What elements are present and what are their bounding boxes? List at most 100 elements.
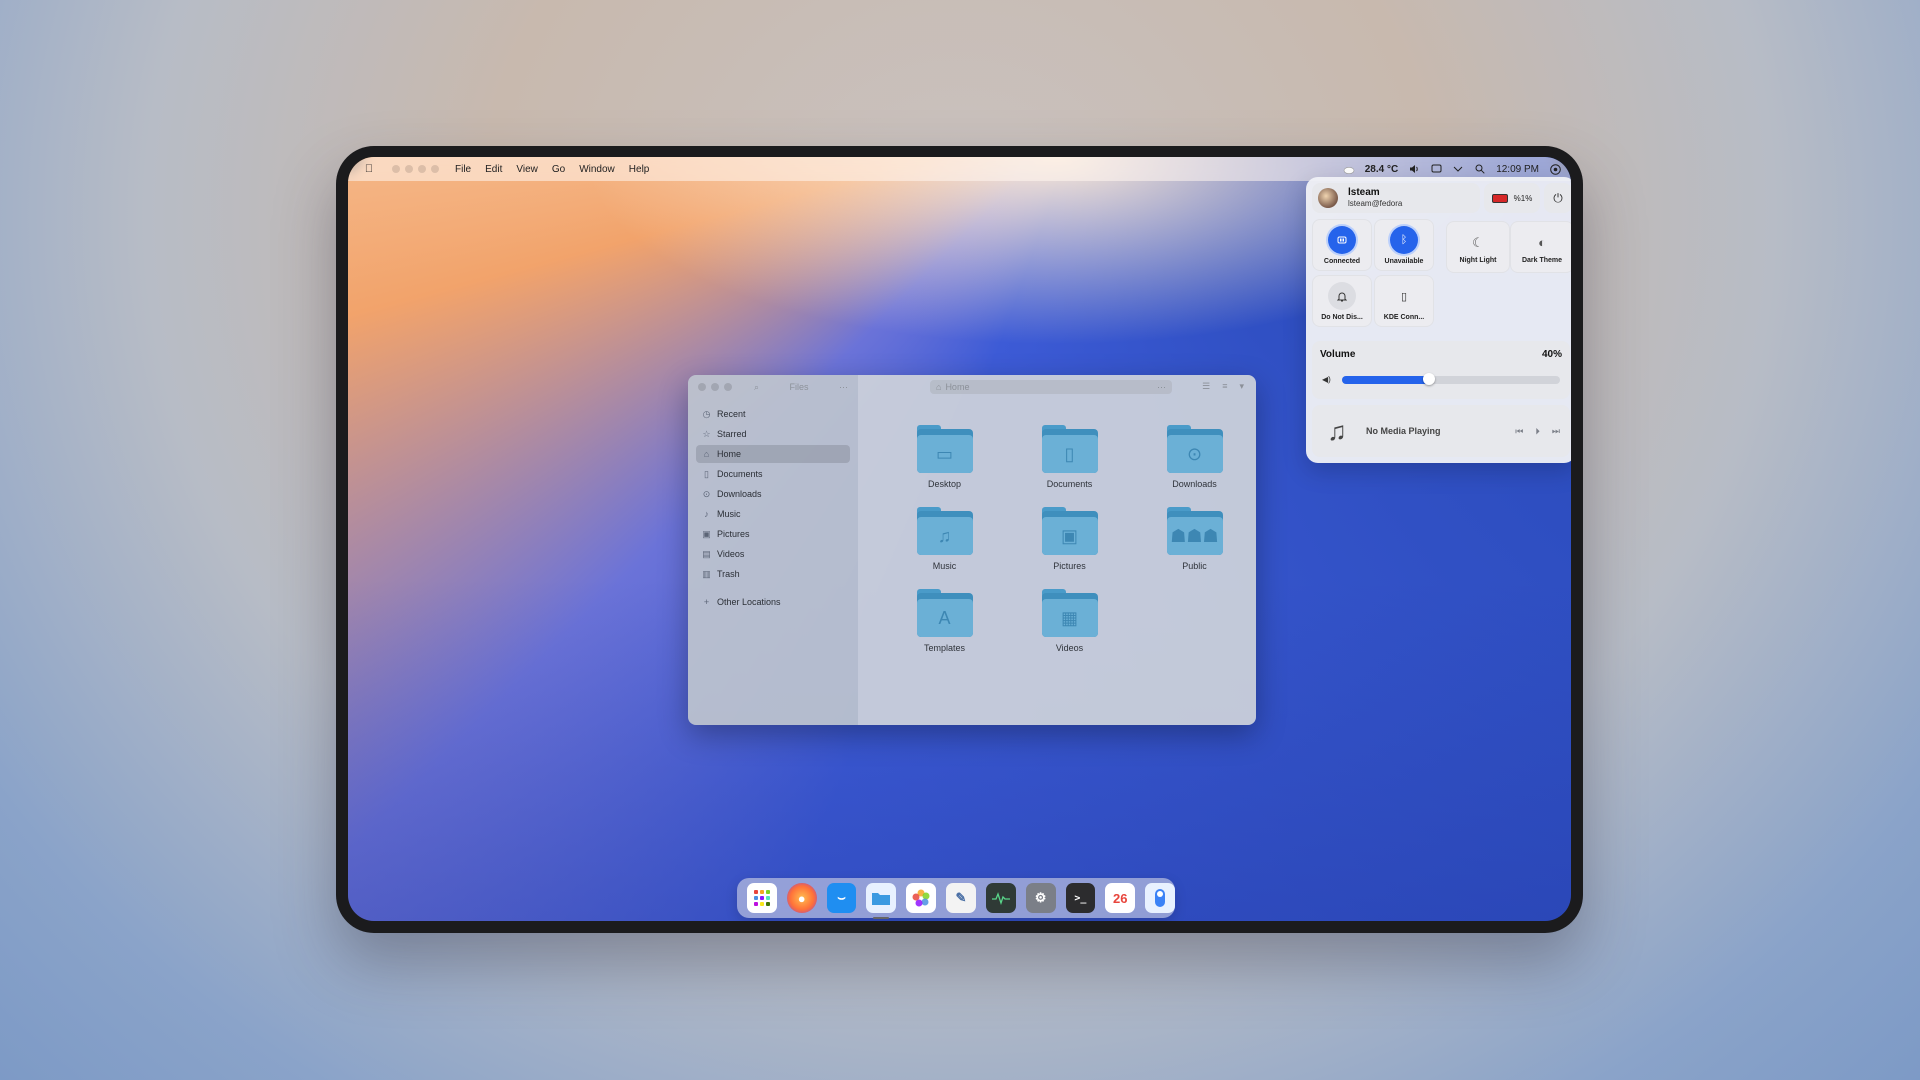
dock-app-system-monitor[interactable] [985, 883, 1016, 913]
menu-view[interactable]: View [516, 164, 538, 175]
battery-status[interactable]: %1% [1484, 183, 1540, 213]
user-host: lsteam@fedora [1348, 199, 1403, 208]
dark-theme-icon: ◐ [1538, 235, 1546, 250]
clock[interactable]: 12:09 PM [1496, 164, 1539, 175]
maximize-button[interactable] [724, 383, 732, 391]
sidebar-item-documents[interactable]: ▯ Documents [696, 465, 850, 483]
dock-app-terminal[interactable]: >_ [1065, 883, 1096, 913]
search-icon[interactable] [1474, 163, 1486, 175]
apple-logo-icon[interactable]:  [362, 163, 376, 175]
dock-app-calendar[interactable]: 26 [1105, 883, 1136, 913]
music-icon: ♫ [916, 517, 973, 555]
download-icon: ⊙ [702, 488, 711, 499]
folder-documents[interactable]: ▯ Documents [1007, 425, 1132, 489]
temperature[interactable]: 28.4 °C [1365, 164, 1398, 175]
menu-go[interactable]: Go [552, 164, 565, 175]
dock-app-text-editor[interactable]: ✎ [946, 883, 976, 913]
close-button[interactable] [698, 383, 706, 391]
tile-label: KDE Conn... [1383, 314, 1425, 321]
sidebar-item-other-locations[interactable]: + Other Locations [696, 593, 850, 611]
menu-file[interactable]: File [455, 164, 471, 175]
sidebar-item-downloads[interactable]: ⊙ Downloads [696, 485, 850, 503]
dock-app-toggle[interactable] [1145, 883, 1175, 913]
volume-knob[interactable] [1423, 373, 1436, 385]
folder-label: Desktop [927, 479, 962, 489]
folder-desktop[interactable]: ▭ Desktop [882, 425, 1007, 489]
tablet-frame:  File Edit View Go Window Help 28.4 °C [336, 146, 1583, 933]
chevron-down-icon[interactable]: ▾ [1239, 381, 1244, 392]
previous-icon[interactable]: ⏮ [1515, 426, 1523, 437]
folder-downloads[interactable]: ⊙ Downloads [1132, 425, 1256, 489]
menu-icon[interactable]: ⋯ [839, 382, 848, 393]
tile-label: Night Light [1459, 256, 1497, 264]
sidebar-item-label: Pictures [717, 529, 750, 539]
path-menu-icon[interactable]: ⋯ [1157, 382, 1166, 393]
tile-dark-theme[interactable]: ◐ Dark Theme [1510, 221, 1571, 273]
volume-icon[interactable] [1408, 163, 1420, 175]
sidebar-item-starred[interactable]: ☆ Starred [696, 425, 850, 443]
play-icon[interactable]: ⏵ [1535, 426, 1540, 437]
dock-app-photos[interactable] [906, 883, 937, 913]
tile-wifi[interactable]: Connected [1312, 219, 1372, 271]
list-view-icon[interactable]: ☰ [1202, 381, 1210, 392]
tile-do-not-disturb[interactable]: Do Not Dis... [1312, 275, 1372, 327]
sidebar-item-home[interactable]: ⌂ Home [696, 445, 850, 463]
sidebar-item-pictures[interactable]: ▣ Pictures [696, 525, 850, 543]
tile-bluetooth[interactable]: ᛒ Unavailable [1374, 219, 1434, 271]
media-controls: ⏮ ⏵ ⏭ [1515, 426, 1560, 437]
minimize-button[interactable] [711, 383, 719, 391]
dock-app-grid[interactable] [747, 883, 777, 913]
dock-app-firefox[interactable]: ● [786, 883, 817, 913]
menu-edit[interactable]: Edit [485, 164, 502, 175]
folder-icon [872, 893, 891, 905]
tile-label: Connected [1323, 258, 1361, 265]
menu-window[interactable]: Window [579, 164, 615, 175]
sidebar-item-videos[interactable]: ▤ Videos [696, 545, 850, 563]
battery-icon [1491, 193, 1508, 203]
files-sidebar: ⌕ Files ⋯ ◷ Recent ☆ Starred ⌂ Home ▯ Do… [688, 375, 858, 725]
next-icon[interactable]: ⏭ [1552, 426, 1560, 437]
weather-cloud-icon[interactable] [1343, 163, 1355, 175]
sidebar-item-recent[interactable]: ◷ Recent [696, 405, 850, 423]
speaker-icon[interactable]: ◀) [1322, 375, 1331, 384]
firefox-icon: ● [797, 890, 806, 906]
folder-public[interactable]: ☗☗☗ Public [1132, 507, 1256, 571]
places-list: ◷ Recent ☆ Starred ⌂ Home ▯ Documents ⊙ … [688, 399, 858, 619]
sort-icon[interactable]: ≡ [1222, 381, 1227, 392]
chevron-down-icon[interactable] [1452, 163, 1464, 175]
menu-help[interactable]: Help [629, 164, 650, 175]
activity-icon [991, 892, 1010, 905]
trash-icon: ▥ [702, 568, 711, 579]
volume-slider[interactable] [1342, 373, 1560, 385]
folder-pictures[interactable]: ▣ Pictures [1007, 507, 1132, 571]
photos-icon [912, 889, 930, 907]
status-area: 28.4 °C 12:09 PM [1343, 163, 1561, 175]
sidebar-separator [696, 585, 850, 593]
folder-videos[interactable]: ▦ Videos [1007, 589, 1132, 653]
tile-kde-connect[interactable]: ▯ KDE Conn... [1374, 275, 1434, 327]
power-button[interactable]: ⏻ [1544, 183, 1571, 213]
control-center-icon[interactable] [1549, 163, 1561, 175]
tile-label: Dark Theme [1521, 256, 1563, 264]
dock-app-files[interactable] [866, 883, 897, 919]
sidebar-item-music[interactable]: ♪ Music [696, 505, 850, 523]
user-card[interactable]: lsteam lsteam@fedora [1312, 183, 1480, 213]
desktop-screen:  File Edit View Go Window Help 28.4 °C [348, 157, 1571, 921]
pen-icon: ✎ [955, 890, 967, 905]
bell-icon [1328, 282, 1356, 310]
calendar-icon: 26 [1112, 890, 1128, 906]
tile-label: Do Not Dis... [1321, 314, 1363, 321]
search-icon[interactable]: ⌕ [754, 382, 759, 393]
folder-templates[interactable]: A Templates [882, 589, 1007, 653]
connect-icon[interactable] [1430, 163, 1442, 175]
folder-music[interactable]: ♫ Music [882, 507, 1007, 571]
path-label: Home [945, 382, 970, 392]
dock-app-software[interactable]: ⌣ [826, 883, 857, 913]
dot-icon [418, 165, 426, 173]
dock-app-settings[interactable]: ⚙ [1025, 883, 1056, 913]
path-bar[interactable]: ⌂ Home ⋯ [930, 380, 1172, 394]
tile-night-light[interactable]: ☾ Night Light [1446, 221, 1510, 273]
sidebar-item-label: Starred [717, 429, 747, 439]
sidebar-item-trash[interactable]: ▥ Trash [696, 565, 850, 583]
user-name: lsteam [1348, 187, 1380, 198]
